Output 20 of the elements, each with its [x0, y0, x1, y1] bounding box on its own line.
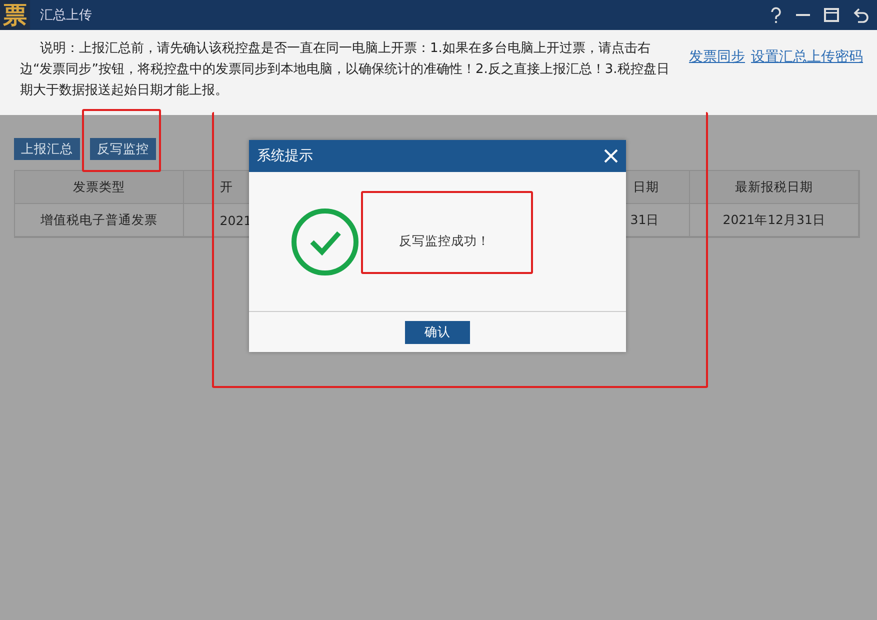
table-cell: 2021年12月31日: [690, 204, 859, 237]
help-icon[interactable]: [770, 7, 782, 23]
toolbar-button[interactable]: 上报汇总: [14, 138, 80, 160]
table-cell: 增值税电子普通发票: [15, 204, 184, 237]
undo-icon[interactable]: [853, 8, 869, 22]
link[interactable]: 设置汇总上传密码: [751, 48, 863, 66]
check-circle-icon: [291, 208, 359, 276]
app-logo: 票: [0, 0, 30, 30]
dialog-message: 反写监控成功！: [399, 233, 490, 250]
column-header: 发票类型: [15, 171, 184, 204]
close-icon[interactable]: [604, 149, 618, 163]
toolbar-button[interactable]: 反写监控: [90, 138, 156, 160]
dialog-title: 系统提示: [257, 147, 313, 165]
window-title: 汇总上传: [40, 7, 93, 24]
minimize-icon[interactable]: [796, 13, 810, 17]
link[interactable]: 发票同步: [689, 48, 745, 66]
instructions-text: 说明：上报汇总前，请先确认该税控盘是否一直在同一电脑上开票：1.如果在多台电脑上开过票，请点击右边“发票同步”按钮，将税控盘中的发票同步到本地电脑，以确保统计的准确性！2.反之直接上报汇总！3.税控盘日期大于数据报送起始日期才能上报。: [20, 40, 670, 100]
column-header: 最新报税日期: [690, 171, 859, 204]
maximize-icon[interactable]: [824, 8, 839, 22]
confirm-button[interactable]: 确认: [405, 320, 470, 344]
